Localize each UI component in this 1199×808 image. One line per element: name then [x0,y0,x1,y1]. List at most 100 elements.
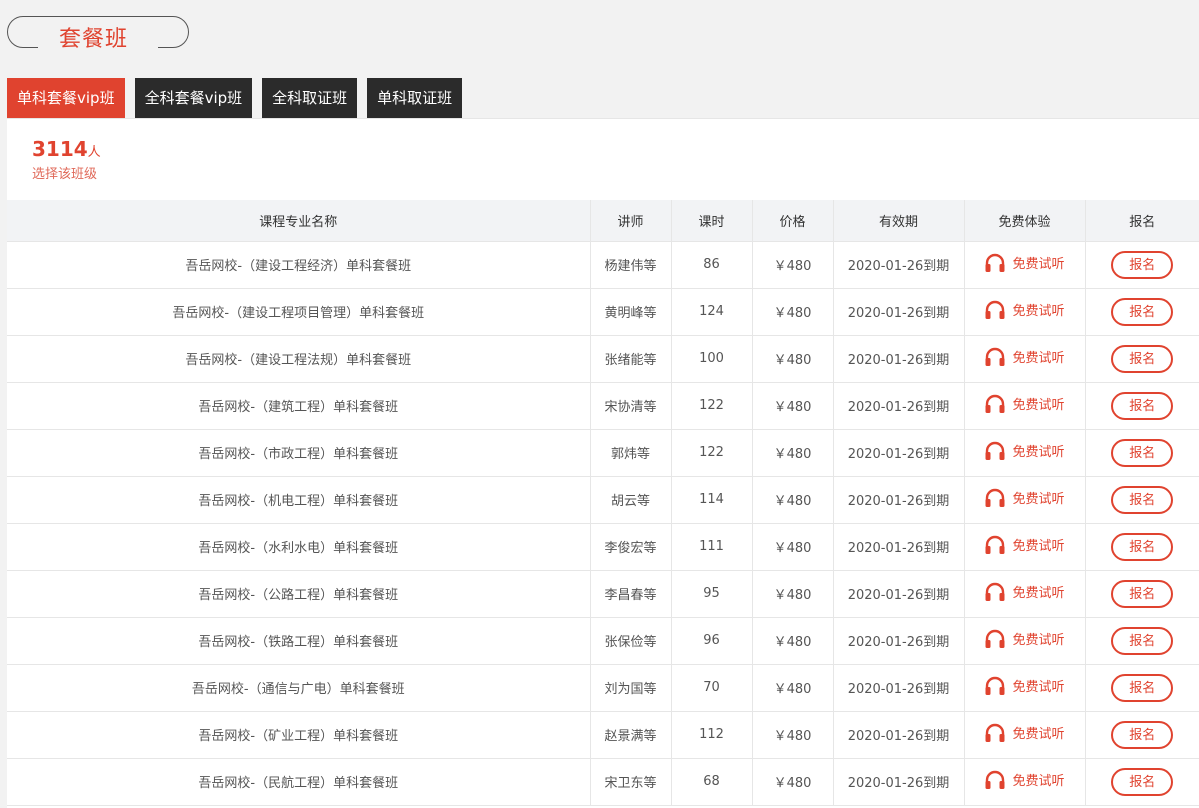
header-hours: 课时 [671,200,753,242]
course-price: ￥480 [752,617,834,665]
course-price: ￥480 [752,382,834,430]
course-teacher: 李俊宏等 [590,523,672,571]
table-row: 吾岳网校-（通信与广电）单科套餐班 刘为国等 70 ￥480 2020-01-26到期 免… [7,664,1199,712]
headphones-icon [985,582,1005,601]
enroll-button[interactable]: 报名 [1111,438,1174,467]
free-trial-link[interactable]: 免费试听 [984,488,1065,508]
tab-single-subject-cert[interactable]: 单科取证班 [367,78,463,118]
table-row: 吾岳网校-（建设工程经济）单科套餐班 杨建伟等 86 ￥480 2020-01-26到期… [7,241,1199,289]
header-free-trial: 免费体验 [964,200,1086,242]
enroll-cell: 报名 [1085,523,1199,571]
enroll-cell: 报名 [1085,617,1199,665]
course-teacher: 张绪能等 [590,335,672,383]
table-row: 吾岳网校-（铁路工程）单科套餐班 张保俭等 96 ￥480 2020-01-26到期 免费… [7,617,1199,665]
free-trial-label: 免费试听 [1012,633,1065,648]
free-trial-link[interactable]: 免费试听 [984,629,1065,649]
headphones-icon [985,770,1005,789]
course-hours: 122 [671,429,753,477]
headphones-icon [985,253,1005,272]
table-row: 吾岳网校-（建设工程项目管理）单科套餐班 黄明峰等 124 ￥480 2020-01-2… [7,288,1199,336]
free-trial-link[interactable]: 免费试听 [984,582,1065,602]
enroll-button[interactable]: 报名 [1111,532,1174,561]
free-trial-cell: 免费试听 [964,570,1086,618]
free-trial-cell: 免费试听 [964,429,1086,477]
free-trial-label: 免费试听 [1012,539,1065,554]
course-hours: 96 [671,617,753,665]
course-expiry: 2020-01-26到期 [833,664,965,712]
header-price: 价格 [752,200,834,242]
course-name: 吾岳网校-（建设工程项目管理）单科套餐班 [7,288,591,336]
course-price: ￥480 [752,476,834,524]
free-trial-cell: 免费试听 [964,523,1086,571]
enroll-button[interactable]: 报名 [1111,767,1174,796]
headphones-icon [985,347,1005,366]
free-trial-link[interactable]: 免费试听 [984,535,1065,555]
free-trial-label: 免费试听 [1012,304,1065,319]
course-expiry: 2020-01-26到期 [833,335,965,383]
course-teacher: 赵景满等 [590,711,672,759]
free-trial-link[interactable]: 免费试听 [984,394,1065,414]
course-teacher: 张保俭等 [590,617,672,665]
free-trial-link[interactable]: 免费试听 [984,300,1065,320]
course-teacher: 李昌春等 [590,570,672,618]
free-trial-label: 免费试听 [1012,774,1065,789]
course-teacher: 宋卫东等 [590,758,672,806]
course-hours: 68 [671,758,753,806]
enroll-button[interactable]: 报名 [1111,626,1174,655]
course-price: ￥480 [752,523,834,571]
enroll-button[interactable]: 报名 [1111,250,1174,279]
course-name: 吾岳网校-（铁路工程）单科套餐班 [7,617,591,665]
free-trial-label: 免费试听 [1012,351,1065,366]
enroll-button[interactable]: 报名 [1111,579,1174,608]
free-trial-link[interactable]: 免费试听 [984,253,1065,273]
table-header-row: 课程专业名称 讲师 课时 价格 有效期 免费体验 报名 [7,200,1199,242]
course-name: 吾岳网校-（建筑工程）单科套餐班 [7,382,591,430]
course-price: ￥480 [752,241,834,289]
enroll-cell: 报名 [1085,288,1199,336]
free-trial-label: 免费试听 [1012,445,1065,460]
enroll-cell: 报名 [1085,429,1199,477]
course-price: ￥480 [752,758,834,806]
table-row: 吾岳网校-（建设工程法规）单科套餐班 张绪能等 100 ￥480 2020-01-26到… [7,335,1199,383]
course-name: 吾岳网校-（民航工程）单科套餐班 [7,758,591,806]
enroll-button[interactable]: 报名 [1111,673,1174,702]
course-name: 吾岳网校-（机电工程）单科套餐班 [7,476,591,524]
course-hours: 114 [671,476,753,524]
enrollment-unit: 人 [87,145,101,160]
headphones-icon [985,629,1005,648]
enroll-button[interactable]: 报名 [1111,297,1174,326]
course-hours: 86 [671,241,753,289]
free-trial-cell: 免费试听 [964,664,1086,712]
headphones-icon [985,300,1005,319]
tab-all-subject-vip[interactable]: 全科套餐vip班 [134,78,253,118]
enroll-cell: 报名 [1085,758,1199,806]
enroll-cell: 报名 [1085,664,1199,712]
course-expiry: 2020-01-26到期 [833,288,965,336]
course-price: ￥480 [752,288,834,336]
enroll-button[interactable]: 报名 [1111,344,1174,373]
tab-all-subject-cert[interactable]: 全科取证班 [262,78,358,118]
enroll-button[interactable]: 报名 [1111,720,1174,749]
enroll-button[interactable]: 报名 [1111,391,1174,420]
course-name: 吾岳网校-（水利水电）单科套餐班 [7,523,591,571]
course-expiry: 2020-01-26到期 [833,241,965,289]
table-row: 吾岳网校-（水利水电）单科套餐班 李俊宏等 111 ￥480 2020-01-26到期 免… [7,523,1199,571]
enroll-cell: 报名 [1085,711,1199,759]
course-teacher: 宋协清等 [590,382,672,430]
course-hours: 124 [671,288,753,336]
enroll-cell: 报名 [1085,335,1199,383]
headphones-icon [985,488,1005,507]
table-row: 吾岳网校-（机电工程）单科套餐班 胡云等 114 ￥480 2020-01-26到期 免费… [7,476,1199,524]
tab-single-subject-vip[interactable]: 单科套餐vip班 [7,78,125,118]
free-trial-link[interactable]: 免费试听 [984,441,1065,461]
free-trial-link[interactable]: 免费试听 [984,770,1065,790]
free-trial-cell: 免费试听 [964,476,1086,524]
free-trial-link[interactable]: 免费试听 [984,676,1065,696]
free-trial-link[interactable]: 免费试听 [984,347,1065,367]
free-trial-link[interactable]: 免费试听 [984,723,1065,743]
free-trial-cell: 免费试听 [964,711,1086,759]
free-trial-label: 免费试听 [1012,492,1065,507]
enroll-button[interactable]: 报名 [1111,485,1174,514]
course-teacher: 黄明峰等 [590,288,672,336]
course-expiry: 2020-01-26到期 [833,382,965,430]
